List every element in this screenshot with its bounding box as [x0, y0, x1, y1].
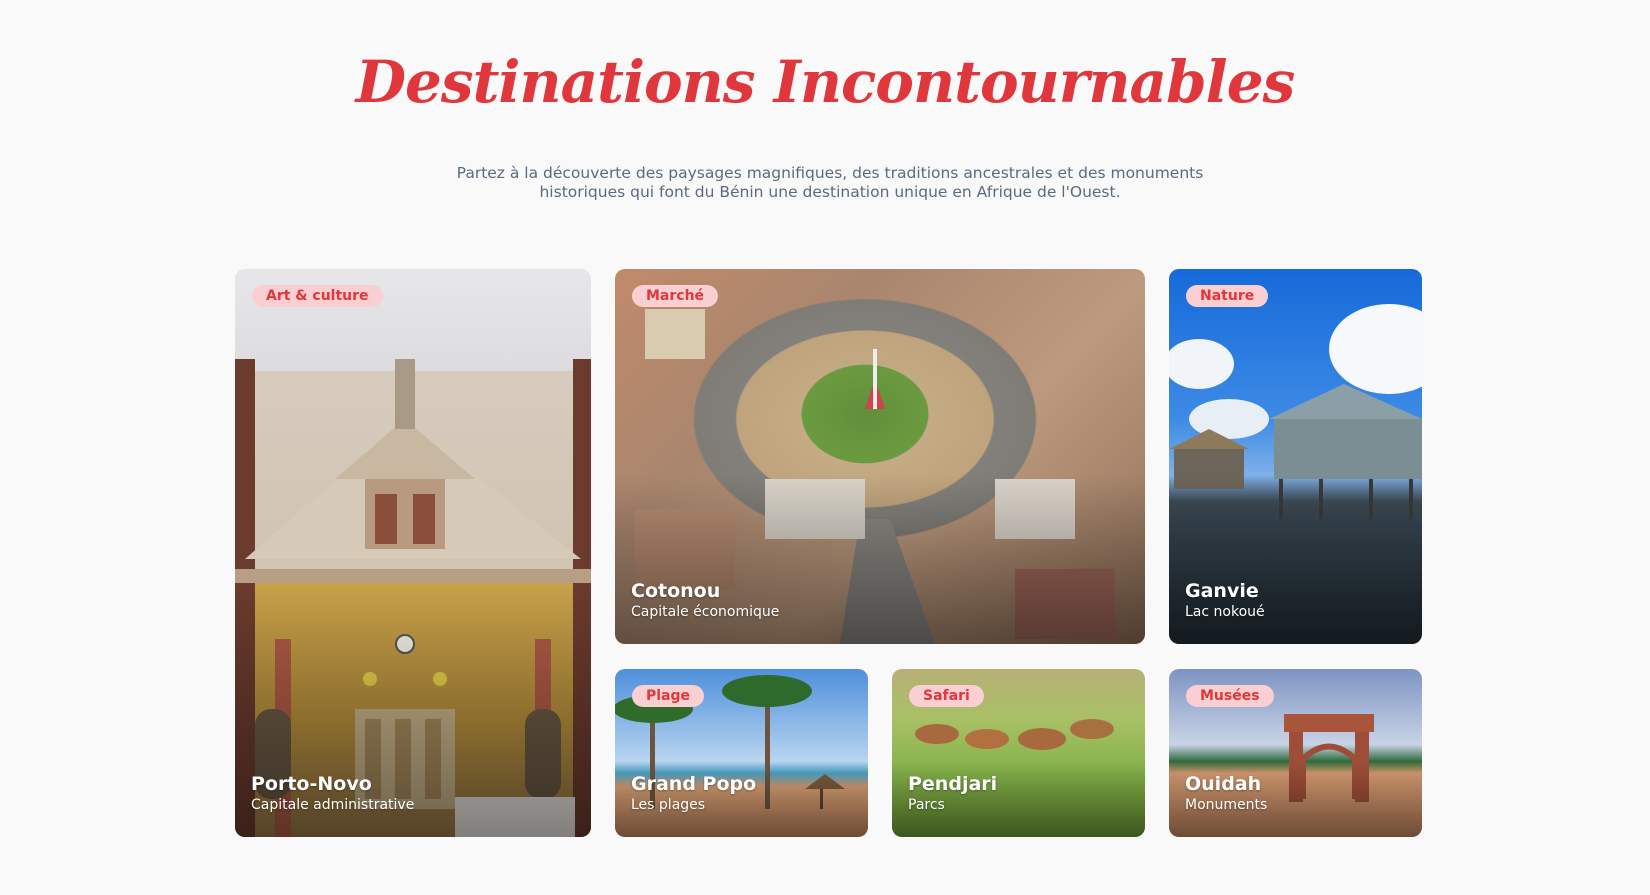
card-caption-cotonou: Capitale économique — [631, 604, 780, 620]
subtitle-line-2: historiques qui font du Bénin une destin… — [539, 183, 1121, 201]
badge-safari: Safari — [909, 685, 984, 707]
card-caption-grand-popo: Les plages — [631, 797, 706, 813]
badge-plage: Plage — [632, 685, 705, 707]
card-caption-ouidah: Monuments — [1185, 797, 1268, 813]
card-caption-ganvie: Lac nokoué — [1185, 604, 1265, 620]
destination-card-ganvie[interactable]: Nature Ganvie Lac nokoué — [1169, 269, 1422, 644]
destination-card-cotonou[interactable]: Marché Cotonou Capitale économique — [615, 269, 1145, 644]
card-title-cotonou: Cotonou — [631, 580, 721, 602]
destination-card-grand-popo[interactable]: Plage Grand Popo Les plages — [615, 669, 868, 837]
section-title: Destinations Incontournables — [355, 48, 1296, 116]
card-caption-porto-novo: Capitale administrative — [251, 797, 415, 813]
section-subtitle: Partez à la découverte des paysages magn… — [440, 164, 1220, 202]
card-title-ouidah: Ouidah — [1185, 773, 1262, 795]
destination-card-porto-novo[interactable]: Art & culture Porto-Novo Capitale admini… — [235, 269, 591, 837]
subtitle-line-1: Partez à la découverte des paysages magn… — [456, 164, 1204, 182]
card-title-ganvie: Ganvie — [1185, 580, 1259, 602]
destination-card-pendjari[interactable]: Safari Pendjari Parcs — [892, 669, 1145, 837]
card-title-pendjari: Pendjari — [908, 773, 998, 795]
badge-nature: Nature — [1186, 285, 1269, 307]
destination-card-ouidah[interactable]: Musées Ouidah Monuments — [1169, 669, 1422, 837]
card-title-grand-popo: Grand Popo — [631, 773, 757, 795]
badge-art-culture: Art & culture — [252, 285, 383, 307]
badge-musees: Musées — [1186, 685, 1274, 707]
card-caption-pendjari: Parcs — [908, 797, 945, 813]
badge-marche: Marché — [632, 285, 719, 307]
card-title-porto-novo: Porto-Novo — [251, 773, 372, 795]
